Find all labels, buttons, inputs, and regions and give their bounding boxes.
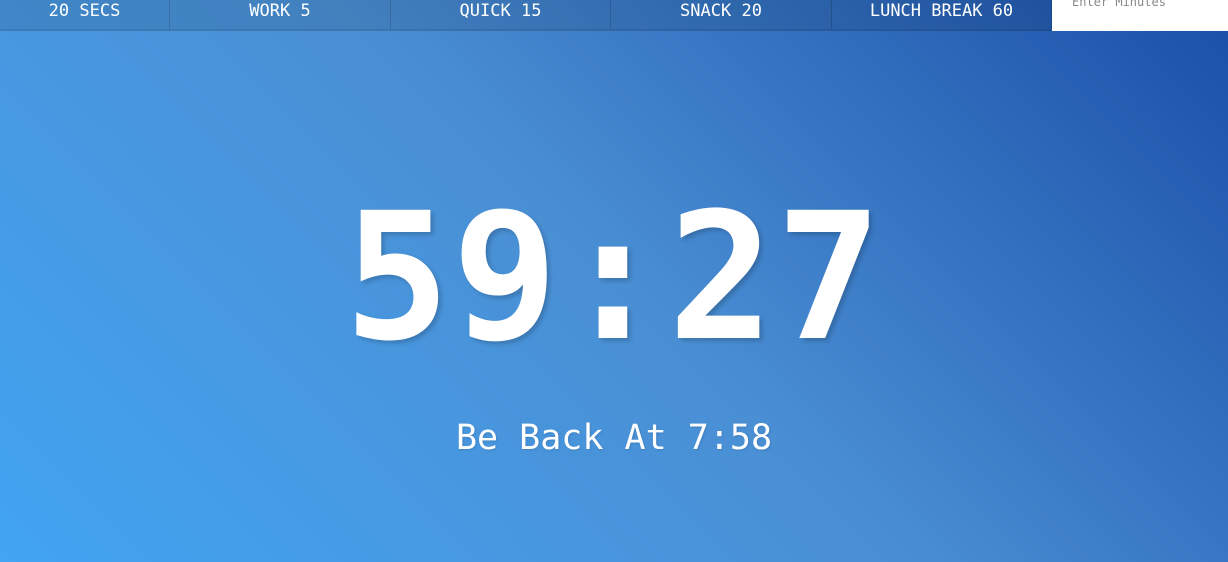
timer-button-quick-15[interactable]: Quick 15 — [391, 0, 611, 29]
timer-controls: 20 Secs Work 5 Quick 15 Snack 20 Lunch B… — [0, 0, 1228, 31]
timer-button-label: Work 5 — [249, 0, 311, 21]
timer-display: 59:27 Be Back At 7:58 — [0, 0, 1228, 562]
timer-button-label: Snack 20 — [680, 0, 762, 21]
timer-button-label: Quick 15 — [459, 0, 542, 21]
time-left: 59:27 — [344, 175, 884, 380]
timer-button-lunch-break-60[interactable]: Lunch Break 60 — [832, 0, 1052, 29]
timer-button-work-5[interactable]: Work 5 — [170, 0, 391, 29]
custom-minutes-input[interactable] — [1052, 0, 1228, 31]
custom-minutes-form: Enter Minutes — [1052, 0, 1228, 31]
timer-button-label: Lunch Break 60 — [869, 0, 1014, 21]
timer-button-label: 20 Secs — [48, 0, 121, 21]
timer-button-20-secs[interactable]: 20 Secs — [0, 0, 170, 29]
timer-button-snack-20[interactable]: Snack 20 — [611, 0, 832, 29]
end-time: Be Back At 7:58 — [455, 418, 773, 458]
